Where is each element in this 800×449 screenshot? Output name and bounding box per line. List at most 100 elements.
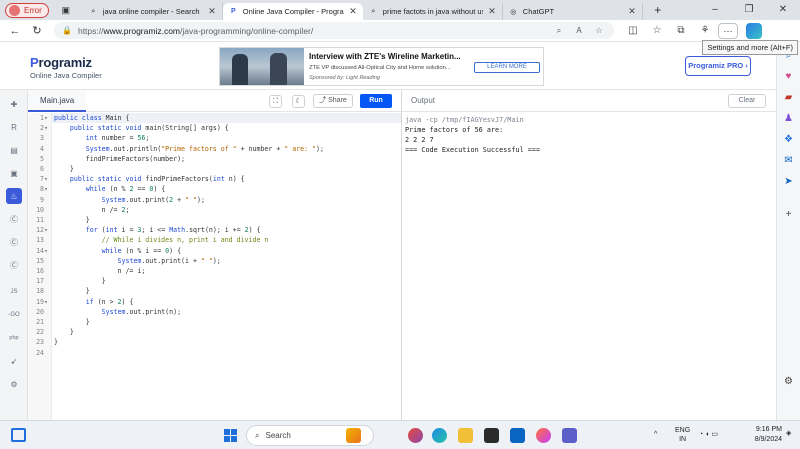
code-text[interactable]: } xyxy=(54,317,90,327)
code-text[interactable]: // While i divides n, print i and divide… xyxy=(54,235,269,245)
php-icon[interactable]: php xyxy=(6,330,22,346)
code-text[interactable]: System.out.print(n); xyxy=(54,307,181,317)
file-tab-main-java[interactable]: Main.java xyxy=(28,90,87,112)
extensions-icon[interactable]: ⚘ xyxy=(694,25,716,36)
copilot-icon[interactable] xyxy=(746,22,762,39)
close-icon[interactable]: ✕ xyxy=(208,6,216,17)
code-text[interactable]: public static void main(String[] args) { xyxy=(54,123,229,133)
store-icon[interactable] xyxy=(484,428,499,443)
firefox-icon[interactable] xyxy=(536,428,551,443)
learn-more-button[interactable]: LEARN MORE xyxy=(474,62,540,73)
programiz-pro-button[interactable]: Programiz PRO › xyxy=(685,56,751,76)
add-icon[interactable]: + xyxy=(782,207,796,221)
sql-icon[interactable]: ▤ xyxy=(6,142,22,158)
r-icon[interactable]: R xyxy=(6,119,22,135)
search-site-icon[interactable]: ⌕ xyxy=(552,26,566,36)
language-indicator[interactable]: ENG IN xyxy=(675,426,690,444)
teams-icon[interactable] xyxy=(562,428,577,443)
go-icon[interactable]: -GO xyxy=(6,307,22,323)
notification-icon[interactable]: ◈ xyxy=(786,429,791,438)
outlook-icon[interactable]: ✉ xyxy=(782,153,796,167)
collections-icon[interactable]: ⧉ xyxy=(670,25,692,36)
code-text[interactable]: } xyxy=(54,327,74,337)
code-text[interactable]: n /= 2; xyxy=(54,205,130,215)
workspaces-icon[interactable]: ▣ xyxy=(57,3,75,17)
address-bar[interactable]: 🔒 https://www.programiz.com/java-program… xyxy=(54,22,614,39)
start-icon[interactable] xyxy=(224,429,237,442)
widgets-icon[interactable] xyxy=(346,428,361,443)
js-icon[interactable]: JS xyxy=(6,284,22,300)
mail-icon[interactable] xyxy=(510,428,525,443)
read-aloud-icon[interactable]: A xyxy=(572,26,586,35)
file-explorer-icon[interactable] xyxy=(458,428,473,443)
code-text[interactable]: } xyxy=(54,164,74,174)
code-text[interactable]: public static void findPrimeFactors(int … xyxy=(54,174,245,184)
tab-search-compiler[interactable]: ⌕ java online compiler - Search ✕ xyxy=(83,3,223,20)
clock[interactable]: 9:16 PM 8/9/2024 xyxy=(742,425,782,445)
games-icon[interactable]: ♟ xyxy=(782,111,796,125)
settings-more-button[interactable]: ··· xyxy=(718,22,738,39)
csharp-icon[interactable]: Ⓒ xyxy=(6,257,22,273)
lock-icon[interactable]: 🔒 xyxy=(62,26,72,35)
tab-programiz[interactable]: P Online Java Compiler - Programiz ✕ xyxy=(222,3,363,20)
code-text[interactable]: while (n % i == 0) { xyxy=(54,246,181,256)
code-text[interactable]: while (n % 2 == 0) { xyxy=(54,184,165,194)
code-text[interactable]: System.out.print(2 + " "); xyxy=(54,195,205,205)
code-text[interactable]: } xyxy=(54,276,106,286)
task-view-icon[interactable] xyxy=(11,428,26,442)
rust-icon[interactable]: ⚙ xyxy=(6,376,22,392)
edge-app-icon[interactable] xyxy=(432,428,447,443)
refresh-icon[interactable]: ↻ xyxy=(26,24,48,37)
code-text[interactable]: public class Main { xyxy=(54,113,129,123)
network-icon[interactable]: ◔ ◖ ▭ xyxy=(699,430,718,439)
clear-button[interactable]: Clear xyxy=(728,94,766,108)
python-icon[interactable]: ✚ xyxy=(6,96,22,112)
theme-toggle-icon[interactable]: ☾ xyxy=(292,95,305,108)
profile-button[interactable]: Error xyxy=(5,2,49,18)
send-icon[interactable]: ➤ xyxy=(782,174,796,188)
html-icon[interactable]: ▣ xyxy=(6,165,22,181)
code-text[interactable]: System.out.println("Prime factors of " +… xyxy=(54,144,324,154)
code-text[interactable]: } xyxy=(54,286,90,296)
ad-image[interactable] xyxy=(220,48,304,85)
code-editor[interactable]: 1▾ public class Main {2▾ public static vo… xyxy=(28,112,401,420)
copilot-app-icon[interactable] xyxy=(408,428,423,443)
code-text[interactable]: if (n > 2) { xyxy=(54,297,134,307)
shopping-icon[interactable]: ♥ xyxy=(782,69,796,83)
close-icon[interactable]: ✕ xyxy=(349,6,357,17)
code-text[interactable]: findPrimeFactors(number); xyxy=(54,154,185,164)
programiz-logo[interactable]: Programiz xyxy=(30,55,92,70)
swift-icon[interactable]: ➹ xyxy=(6,353,22,369)
url-text[interactable]: https://www.programiz.com/java-programmi… xyxy=(78,26,546,36)
fullscreen-icon[interactable]: ⛶ xyxy=(269,95,282,108)
sidebar-settings-icon[interactable]: ⚙ xyxy=(782,374,796,388)
code-text[interactable]: int number = 56; xyxy=(54,133,150,143)
code-text[interactable]: } xyxy=(54,215,90,225)
run-button[interactable]: Run xyxy=(360,94,392,108)
code-text[interactable]: for (int i = 3; i <= Math.sqrt(n); i += … xyxy=(54,225,261,235)
ad-title[interactable]: Interview with ZTE's Wireline Marketin..… xyxy=(309,52,461,61)
favorite-icon[interactable]: ☆ xyxy=(592,26,606,35)
tab-chatgpt[interactable]: ◎ ChatGPT ✕ xyxy=(503,3,643,20)
m365-icon[interactable]: ❖ xyxy=(782,132,796,146)
toolbox-icon[interactable]: ▰ xyxy=(782,90,796,104)
maximize-icon[interactable]: ❐ xyxy=(732,0,766,20)
java-icon[interactable]: ♨ xyxy=(6,188,22,204)
new-tab-button[interactable]: + xyxy=(649,3,667,17)
share-button[interactable]: ⤴ Share xyxy=(313,94,353,108)
advertisement[interactable]: Interview with ZTE's Wireline Marketin..… xyxy=(219,47,544,86)
show-hidden-icons[interactable]: ^ xyxy=(654,430,657,439)
close-icon[interactable]: ✕ xyxy=(628,6,636,17)
back-icon[interactable]: ← xyxy=(4,25,26,37)
close-window-icon[interactable]: ✕ xyxy=(766,0,800,20)
tab-prime-factors[interactable]: ⌕ prime factots in java without usin ✕ xyxy=(363,3,503,20)
minimize-icon[interactable]: – xyxy=(698,0,732,20)
favorites-icon[interactable]: ☆ xyxy=(646,25,668,36)
code-text[interactable]: n /= i; xyxy=(54,266,146,276)
code-text[interactable]: System.out.print(i + " "); xyxy=(54,256,221,266)
split-screen-icon[interactable]: ◫ xyxy=(622,25,644,36)
close-icon[interactable]: ✕ xyxy=(488,6,496,17)
c-icon[interactable]: Ⓒ xyxy=(6,211,22,227)
cpp-icon[interactable]: Ⓒ xyxy=(6,234,22,250)
code-text[interactable]: } xyxy=(54,337,58,347)
